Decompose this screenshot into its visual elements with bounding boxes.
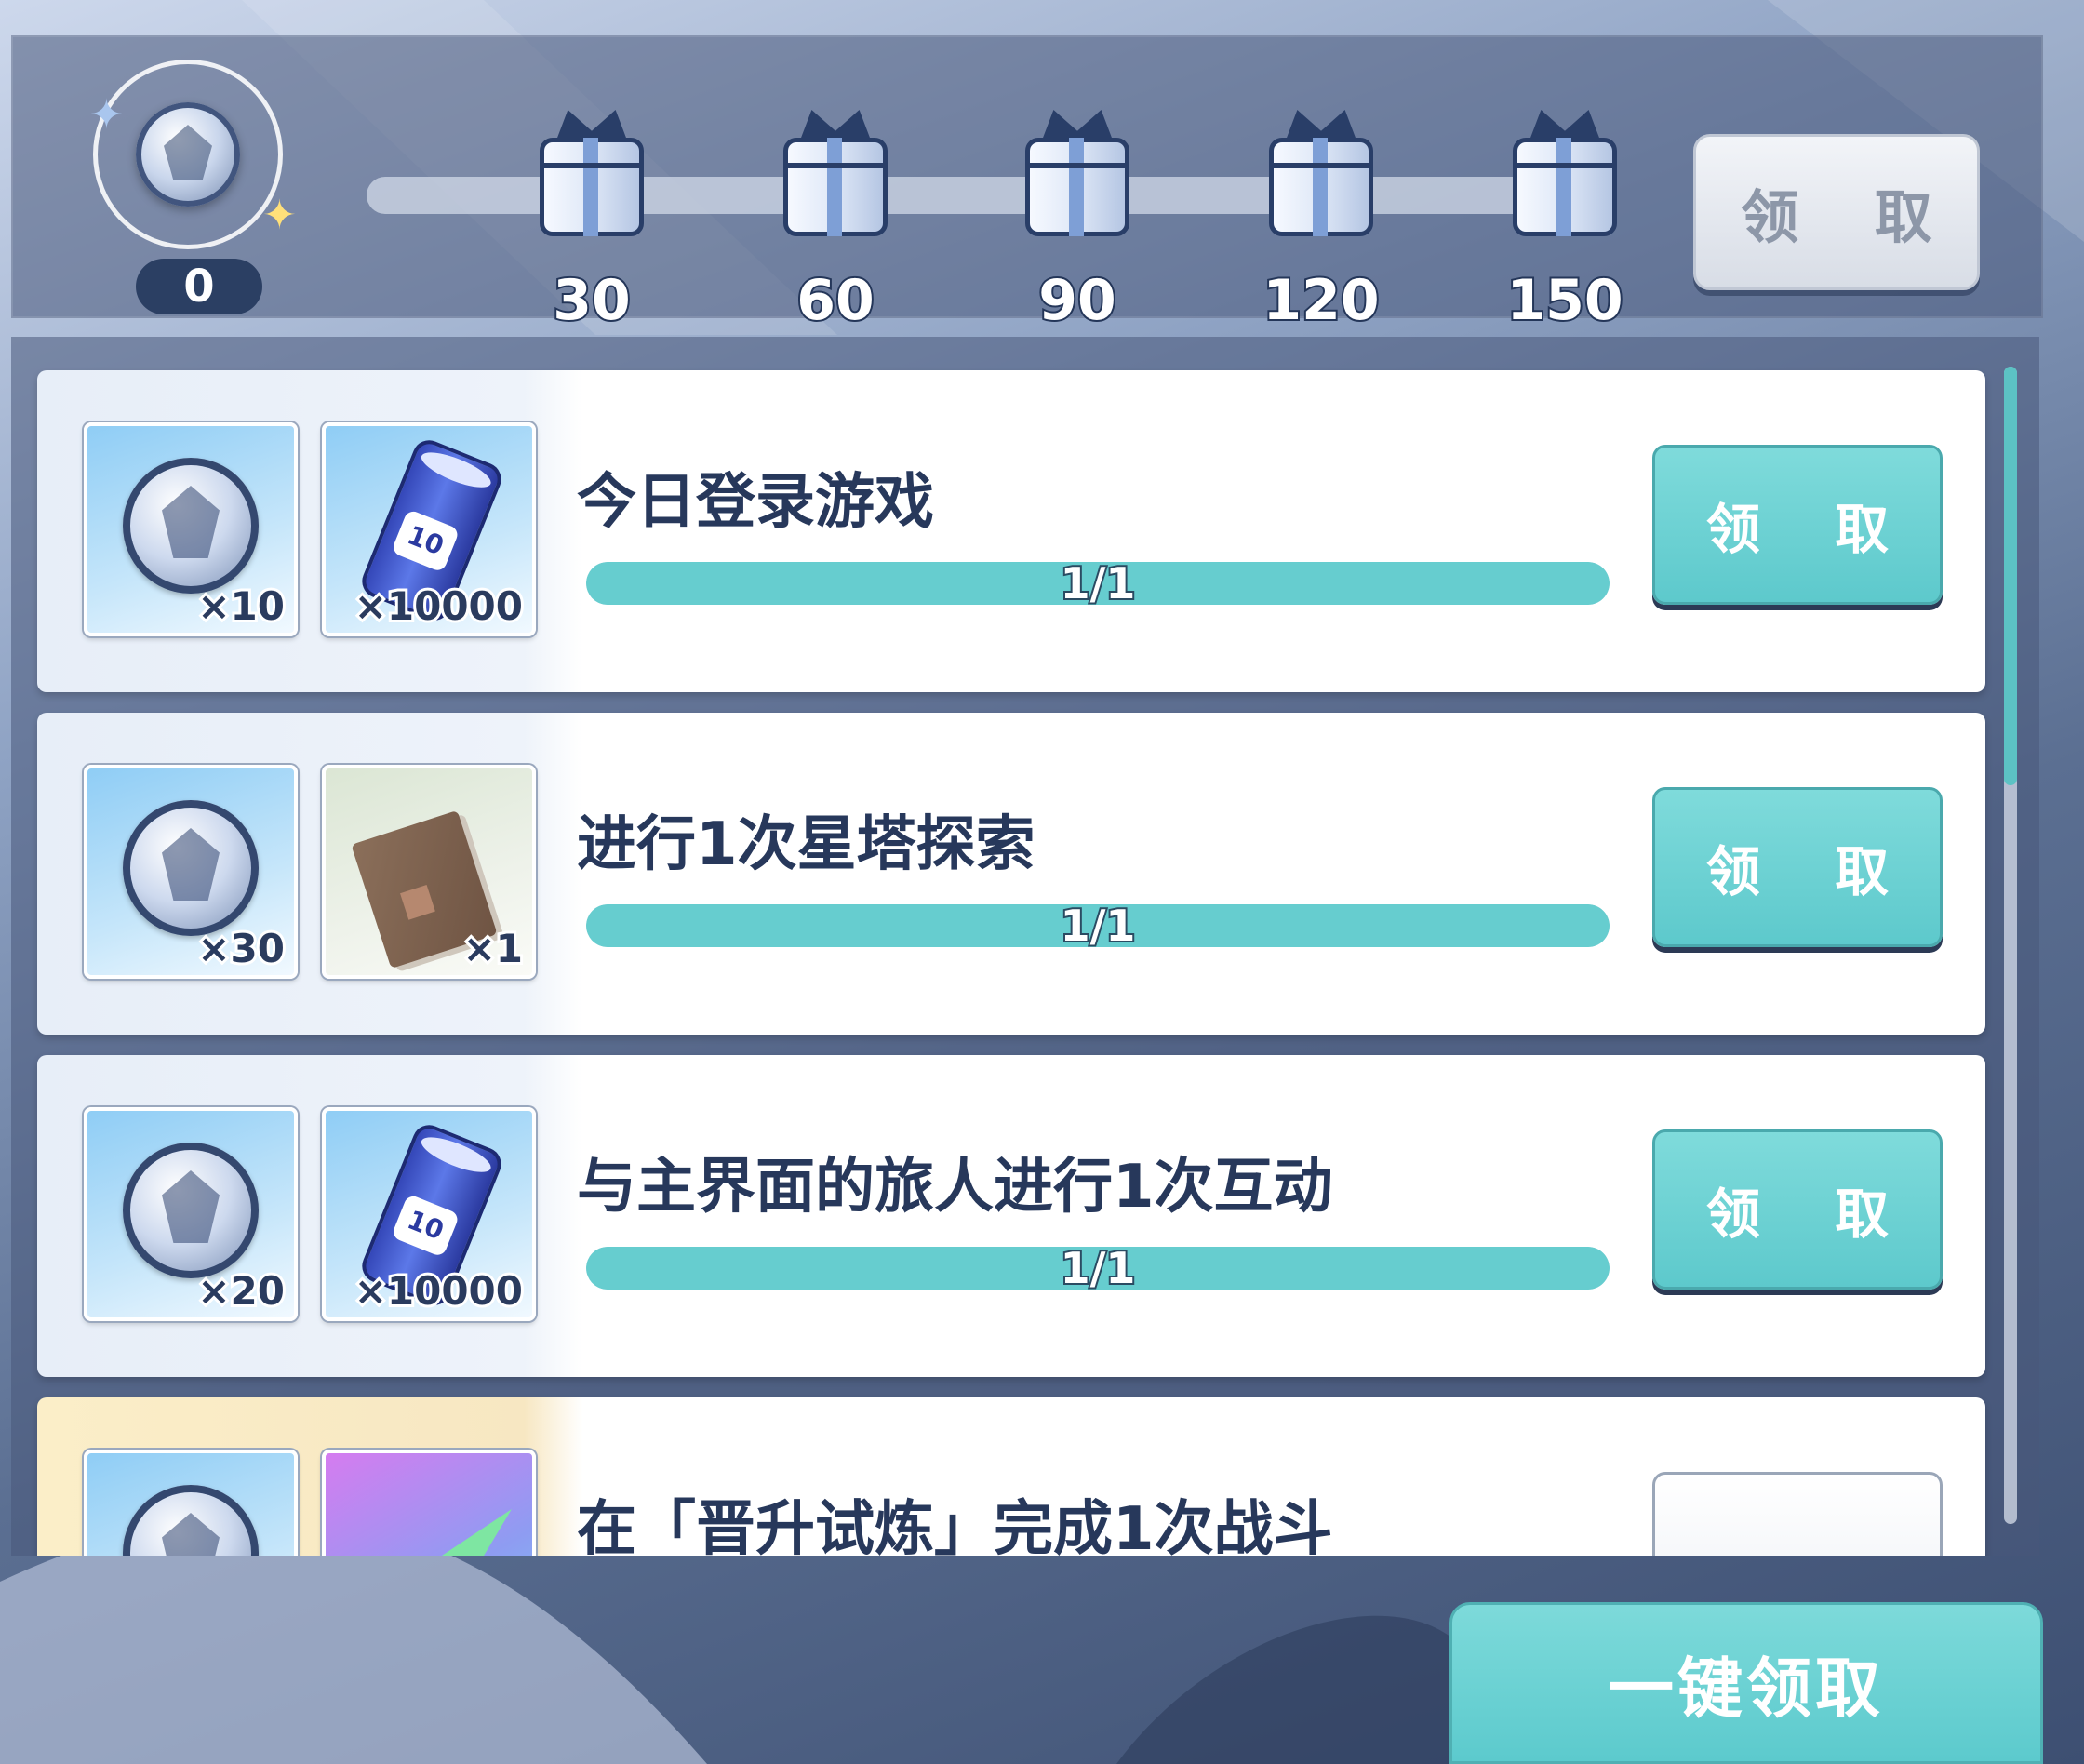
task-row: 在「晋升试炼」完成1次战斗: [37, 1397, 1985, 1556]
reward-slot[interactable]: ×10: [84, 422, 298, 636]
reward-slot[interactable]: ×1: [322, 765, 536, 979]
milestone-30[interactable]: 30: [527, 97, 657, 335]
task-progress-text: 1/1: [1059, 1247, 1138, 1290]
gift-box-icon: [1513, 138, 1617, 236]
claim-button[interactable]: 领 取: [1652, 787, 1943, 947]
reward-slot[interactable]: [84, 1450, 298, 1556]
reward-slot[interactable]: ×10000: [322, 422, 536, 636]
reward-count: ×10000: [352, 581, 526, 632]
medal-icon: [123, 458, 259, 594]
task-row: ×10 ×10000 今日登录游戏 1/1 领 取: [37, 370, 1985, 692]
task-progress-text: 1/1: [1059, 904, 1138, 947]
milestone-value: 30: [551, 266, 633, 335]
gift-box-icon: [783, 138, 888, 236]
claim-milestone-button[interactable]: 领 取: [1693, 134, 1980, 290]
task-progress-bar: 1/1: [586, 1247, 1610, 1290]
activity-progress-panel: ✦ ✦ 0 30 60 90 120 150 领 取: [11, 35, 2043, 335]
reward-count: ×20: [194, 1265, 287, 1316]
claim-button[interactable]: 领 取: [1652, 1129, 1943, 1290]
gift-box-icon: [1269, 138, 1373, 236]
task-row: ×20 ×10000 与主界面的旅人进行1次互动 1/1 领 取: [37, 1055, 1985, 1377]
task-title: 今日登录游戏: [577, 468, 934, 537]
reward-slot[interactable]: [322, 1450, 536, 1556]
milestone-120[interactable]: 120: [1256, 97, 1386, 335]
reward-slot[interactable]: ×20: [84, 1107, 298, 1321]
medal-icon: [123, 800, 259, 936]
task-title: 在「晋升试炼」完成1次战斗: [577, 1495, 1333, 1556]
milestone-value: 60: [795, 266, 876, 335]
milestone-value: 150: [1504, 266, 1624, 335]
task-title: 与主界面的旅人进行1次互动: [577, 1153, 1333, 1222]
task-list: ×10 ×10000 今日登录游戏 1/1 领 取 ×30 ×1 进行1次星塔探: [37, 370, 1985, 1556]
reward-count: ×30: [194, 923, 287, 974]
milestone-value: 90: [1036, 266, 1118, 335]
reward-slot[interactable]: ×30: [84, 765, 298, 979]
task-progress-bar: 1/1: [586, 904, 1610, 947]
milestone-value: 120: [1261, 266, 1381, 335]
gift-box-icon: [1025, 138, 1129, 236]
leaf-icon: [400, 1509, 512, 1556]
milestone-60[interactable]: 60: [770, 97, 901, 335]
medal-icon: [123, 1143, 259, 1278]
sparkle-icon: ✦: [262, 192, 297, 239]
reward-slot[interactable]: ×10000: [322, 1107, 536, 1321]
scrollbar-thumb[interactable]: [2004, 367, 2017, 785]
task-row: ×30 ×1 进行1次星塔探索 1/1 领 取: [37, 713, 1985, 1035]
medal-icon: [123, 1485, 259, 1556]
task-progress-text: 1/1: [1059, 562, 1138, 605]
claim-all-button[interactable]: 一键领取: [1449, 1602, 2043, 1764]
reward-count: ×1: [461, 923, 526, 974]
goto-button[interactable]: [1652, 1472, 1943, 1556]
task-list-panel: ×10 ×10000 今日登录游戏 1/1 领 取 ×30 ×1 进行1次星塔探: [11, 337, 2039, 1556]
task-progress-bar: 1/1: [586, 562, 1610, 605]
reward-count: ×10: [194, 581, 287, 632]
claim-button[interactable]: 领 取: [1652, 445, 1943, 605]
activity-points-medal: ✦ ✦ 0: [80, 60, 303, 314]
task-title: 进行1次星塔探索: [577, 810, 1035, 879]
task-list-scrollbar[interactable]: [2004, 367, 2017, 1524]
activity-points-count: 0: [136, 259, 262, 314]
sparkle-icon: ✦: [89, 91, 124, 139]
milestone-90[interactable]: 90: [1012, 97, 1142, 335]
reward-count: ×10000: [352, 1265, 526, 1316]
medal-icon: [136, 102, 240, 207]
gift-box-icon: [540, 138, 644, 236]
milestone-150[interactable]: 150: [1500, 97, 1630, 335]
